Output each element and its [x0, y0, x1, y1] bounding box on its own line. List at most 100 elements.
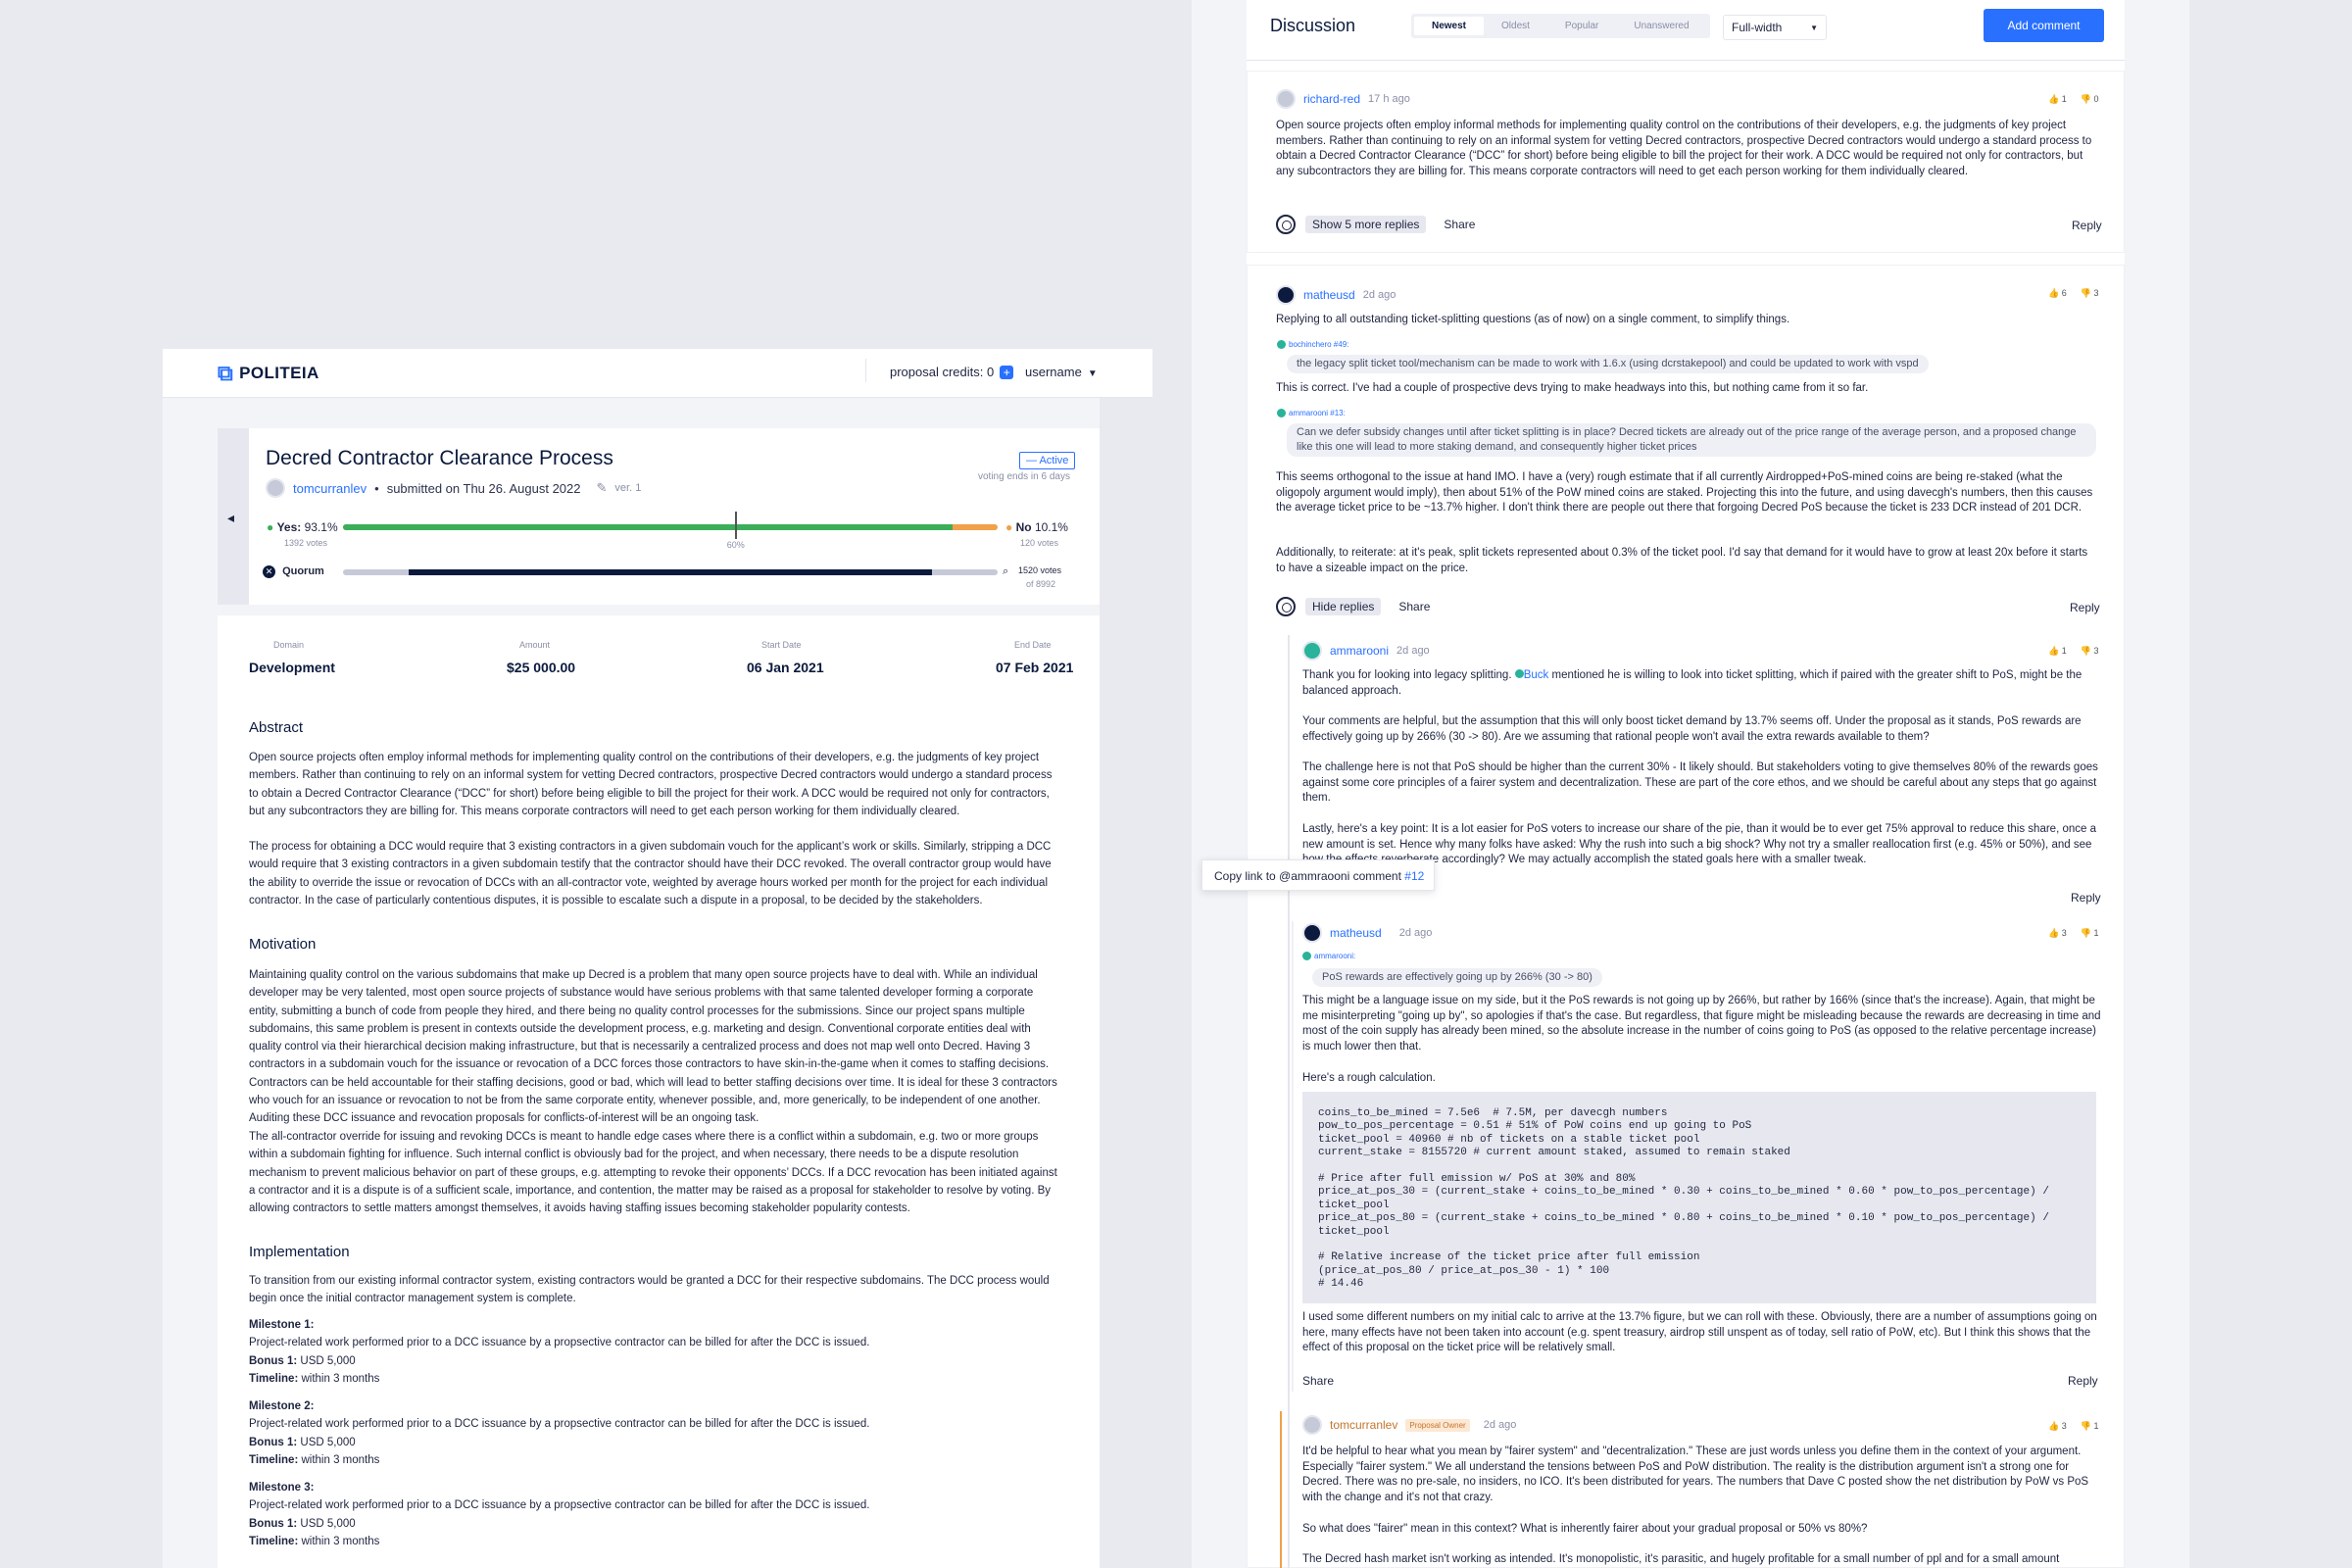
nested-thread-line [1292, 921, 1294, 1392]
milestone-title: Milestone 3: [249, 1482, 315, 1494]
quote-author: ammarooni #13: [1277, 409, 1346, 417]
domain-label: Domain [273, 640, 305, 650]
upvote-button[interactable]: 👍 1 [2048, 646, 2067, 657]
comment-time: 2d ago [1396, 645, 1430, 657]
hide-replies-button[interactable]: Hide replies [1305, 598, 1382, 615]
tooltip-text: Copy link to @ammraooni comment [1214, 869, 1401, 883]
tab-oldest[interactable]: Oldest [1484, 17, 1547, 35]
avatar [1276, 89, 1296, 109]
view-select[interactable]: Full-width ▼ [1723, 15, 1827, 40]
tab-popular[interactable]: Popular [1547, 17, 1616, 35]
milestone-text: Project-related work performed prior to … [249, 1418, 870, 1431]
reply-button[interactable]: Reply [2072, 219, 2102, 232]
comment-author[interactable]: tomcurranlev [1330, 1418, 1397, 1432]
proposal-credits: proposal credits: 0 + [890, 365, 1014, 379]
share-button[interactable]: Share [1444, 218, 1475, 231]
comment-text: I used some different numbers on my init… [1302, 1311, 2097, 1353]
avatar [1302, 1415, 1322, 1435]
timeline-label: Timeline: [249, 1453, 299, 1466]
vote-controls: 👍 3 👎 1 [2048, 1421, 2098, 1432]
avatar [1302, 641, 1322, 661]
upvote-count: 1 [2061, 646, 2067, 656]
user-menu[interactable]: username ▼ [1025, 365, 1098, 379]
author-link[interactable]: tomcurranlev [293, 481, 367, 496]
comment-author[interactable]: matheusd [1303, 288, 1355, 302]
comment-author[interactable]: matheusd [1330, 926, 1382, 940]
comment-card [1247, 265, 2125, 1568]
comment-author[interactable]: richard-red [1303, 92, 1360, 106]
comment-actions: Hide replies Share [1276, 597, 1430, 616]
thread-line-owner [1280, 1411, 1282, 1568]
reply-button[interactable]: Reply [2071, 891, 2101, 905]
vote-controls: 👍 1 👎 0 [2048, 94, 2098, 105]
downvote-count: 1 [2093, 1421, 2099, 1431]
bonus-value: USD 5,000 [300, 1354, 356, 1367]
bonus-label: Bonus 1: [249, 1517, 298, 1530]
tooltip-link[interactable]: #12 [1404, 869, 1424, 883]
comment-header: tomcurranlev Proposal Owner 2d ago [1302, 1415, 1516, 1435]
politeia-logo[interactable]: ⧉ POLITEIA [218, 361, 319, 386]
comment-text: It'd be helpful to hear what you mean by… [1302, 1446, 2089, 1503]
implementation-heading: Implementation [249, 1244, 350, 1260]
upvote-count: 3 [2061, 928, 2067, 938]
add-comment-button[interactable]: Add comment [1984, 9, 2104, 42]
share-button[interactable]: Share [1398, 600, 1430, 613]
comment-header: richard-red 17 h ago [1276, 89, 1410, 109]
tab-unanswered[interactable]: Unanswered [1616, 17, 1706, 35]
tab-newest[interactable]: Newest [1414, 17, 1485, 35]
quorum-fill [408, 569, 933, 575]
downvote-button[interactable]: 👎 3 [2081, 288, 2099, 299]
mention-link[interactable]: Buck [1514, 669, 1548, 681]
downvote-button[interactable]: 👎 3 [2081, 646, 2099, 657]
end-date-label: End Date [1014, 640, 1052, 650]
downvote-count: 3 [2093, 288, 2099, 298]
comment-text: Open source projects often employ inform… [1276, 120, 2092, 177]
upvote-button[interactable]: 👍 3 [2048, 928, 2067, 939]
quote-author-name[interactable]: ammarooni #13: [1289, 409, 1346, 417]
vote-controls: 👍 1 👎 3 [2048, 646, 2098, 657]
comment-text: Replying to all outstanding ticket-split… [1276, 314, 1790, 325]
quoted-text: PoS rewards are effectively going up by … [1312, 968, 1602, 987]
end-date-value: 07 Feb 2021 [996, 660, 1074, 675]
collapse-arrow-icon[interactable]: ◂ [227, 510, 234, 526]
downvote-button[interactable]: 👎 0 [2081, 94, 2099, 105]
quote-author-name[interactable]: ammarooni: [1314, 952, 1355, 960]
status-badge: — Active [1019, 452, 1076, 469]
avatar [266, 478, 285, 498]
comment-author[interactable]: ammarooni [1330, 644, 1389, 658]
share-button[interactable]: Share [1302, 1374, 1334, 1388]
replies-icon [1276, 597, 1296, 616]
comment-time: 2d ago [1483, 1419, 1517, 1431]
add-credits-button[interactable]: + [1000, 365, 1014, 379]
milestone-title: Milestone 2: [249, 1400, 315, 1412]
threshold-label: 60% [726, 540, 745, 550]
downvote-button[interactable]: 👎 1 [2081, 928, 2099, 939]
quote-author-name[interactable]: bochinchero #49: [1289, 340, 1348, 349]
avatar [1514, 669, 1524, 678]
discussion-gutter-right [2125, 0, 2189, 1568]
proposal-title: Decred Contractor Clearance Process [266, 447, 613, 469]
comment-text: So what does "fairer" mean in this conte… [1302, 1523, 1868, 1535]
yes-percent: 93.1% [304, 520, 338, 534]
avatar [1302, 952, 1311, 960]
reply-button[interactable]: Reply [2070, 601, 2100, 614]
abstract-paragraph: Open source projects often employ inform… [249, 752, 1053, 817]
downvote-count: 1 [2093, 928, 2099, 938]
yes-label: Yes: [276, 520, 302, 534]
upvote-button[interactable]: 👍 6 [2048, 288, 2067, 299]
milestone-2: Milestone 2: Project-related work perfor… [249, 1397, 1064, 1469]
upvote-button[interactable]: 👍 1 [2048, 94, 2067, 105]
downvote-count: 0 [2093, 94, 2099, 104]
pencil-icon: ✎ [596, 480, 608, 495]
upvote-count: 6 [2061, 288, 2067, 298]
start-date-label: Start Date [761, 640, 802, 650]
reply-button[interactable]: Reply [2068, 1374, 2098, 1388]
copy-link-tooltip[interactable]: Copy link to @ammraooni comment #12 [1201, 859, 1435, 891]
show-more-replies-button[interactable]: Show 5 more replies [1305, 216, 1427, 233]
close-circle-icon: ✕ [263, 565, 275, 578]
downvote-button[interactable]: 👎 1 [2081, 1421, 2099, 1432]
view-select-value: Full-width [1732, 21, 1783, 34]
upvote-button[interactable]: 👍 3 [2048, 1421, 2067, 1432]
avatar [1277, 340, 1286, 349]
proposal-meta: tomcurranlev • submitted on Thu 26. Augu… [266, 478, 641, 498]
